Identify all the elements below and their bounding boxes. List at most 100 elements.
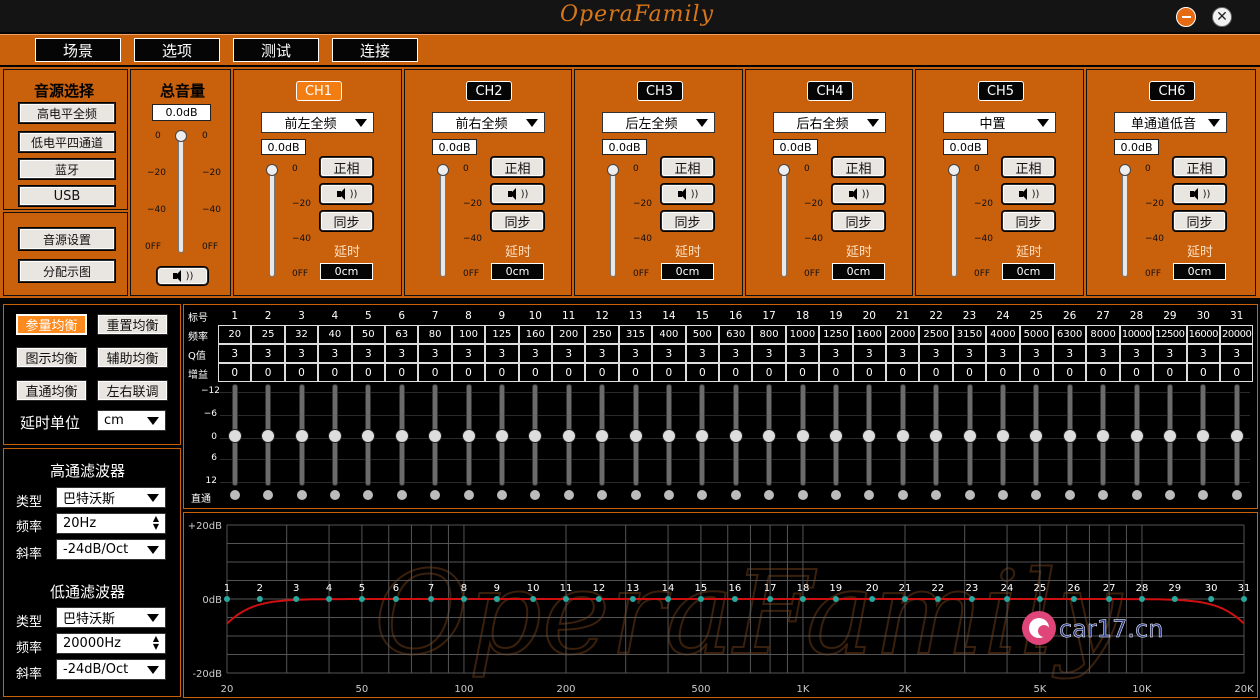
source-bluetooth[interactable]: 蓝牙: [19, 159, 115, 179]
channel-sync-3[interactable]: 同步: [661, 211, 714, 231]
eq-cell[interactable]: 3: [418, 344, 452, 363]
eq-band-knob[interactable]: [661, 429, 676, 443]
channel-select-6[interactable]: CH6: [1149, 81, 1195, 101]
eq-cell[interactable]: 0: [1086, 363, 1120, 382]
channel-delay-value-3[interactable]: 0cm: [661, 263, 714, 280]
eq-band-knob[interactable]: [1129, 429, 1144, 443]
eq-band-knob[interactable]: [394, 429, 409, 443]
eq-cell[interactable]: 3: [385, 344, 419, 363]
eq-band-bypass[interactable]: [430, 490, 441, 500]
channel-phase-3[interactable]: 正相: [661, 157, 714, 177]
channel-select-5[interactable]: CH5: [977, 81, 1024, 101]
lpf-type-select[interactable]: 巴特沃斯: [56, 607, 166, 628]
menu-options[interactable]: 选项: [134, 38, 220, 62]
eq-band-point[interactable]: [767, 596, 774, 602]
spin-icon[interactable]: ▲ ▼: [153, 515, 159, 531]
eq-cell[interactable]: 3: [1153, 344, 1187, 363]
channel-mute-2[interactable]: )): [491, 184, 544, 204]
eq-band-knob[interactable]: [1229, 429, 1244, 443]
channel-fader-knob-6[interactable]: [1119, 164, 1131, 176]
eq-cell[interactable]: 0: [919, 363, 953, 382]
eq-band-bypass[interactable]: [1131, 490, 1142, 500]
eq-band-bypass[interactable]: [1231, 490, 1242, 500]
eq-cell[interactable]: 0: [886, 363, 920, 382]
eq-band-point[interactable]: [902, 596, 908, 602]
eq-band-knob[interactable]: [929, 429, 944, 443]
eq-band-point[interactable]: [493, 596, 500, 602]
eq-cell[interactable]: 3: [451, 344, 486, 363]
eq-cell[interactable]: 0: [351, 363, 385, 382]
bypass-eq-button[interactable]: 直通均衡: [16, 380, 87, 401]
eq-band-bypass[interactable]: [530, 490, 541, 500]
param-eq-button[interactable]: 参量均衡: [16, 314, 87, 335]
source-settings-button[interactable]: 音源设置: [19, 228, 115, 250]
eq-band-bypass[interactable]: [697, 490, 708, 500]
channel-fader-4[interactable]: 0 −20 −40 0FF: [773, 162, 828, 282]
eq-band-knob[interactable]: [361, 429, 376, 443]
eq-band-point[interactable]: [1241, 596, 1247, 602]
reset-eq-button[interactable]: 重置均衡: [97, 314, 168, 335]
eq-band-knob[interactable]: [795, 429, 810, 443]
eq-band-point[interactable]: [832, 596, 839, 602]
channel-select-1[interactable]: CH1: [295, 81, 342, 101]
channel-phase-2[interactable]: 正相: [491, 157, 544, 177]
eq-cell[interactable]: 3: [852, 344, 886, 363]
eq-band-bypass[interactable]: [1031, 490, 1042, 500]
eq-cell[interactable]: 3: [318, 344, 352, 363]
eq-cell[interactable]: 0: [618, 363, 653, 382]
channel-assign-3[interactable]: 后左全频: [602, 112, 715, 133]
channel-delay-value-2[interactable]: 0cm: [491, 263, 544, 280]
eq-cell[interactable]: 3: [585, 344, 619, 363]
channel-delay-value-1[interactable]: 0cm: [320, 263, 373, 280]
channel-sync-1[interactable]: 同步: [320, 211, 373, 231]
eq-band-knob[interactable]: [528, 429, 543, 443]
channel-phase-6[interactable]: 正相: [1173, 157, 1226, 177]
eq-cell[interactable]: 0: [1053, 363, 1087, 382]
eq-cell[interactable]: 0: [986, 363, 1020, 382]
eq-band-point[interactable]: [563, 596, 569, 602]
eq-cell[interactable]: 3: [719, 344, 753, 363]
eq-band-point[interactable]: [392, 596, 399, 602]
eq-band-bypass[interactable]: [1098, 490, 1109, 500]
eq-cell[interactable]: 3: [251, 344, 285, 363]
channel-fader-knob-5[interactable]: [948, 164, 960, 176]
channel-fader-5[interactable]: 0 −20 −40 0FF: [943, 162, 998, 282]
minimize-button[interactable]: [1176, 7, 1196, 27]
menu-test[interactable]: 测试: [233, 38, 319, 62]
channel-phase-4[interactable]: 正相: [832, 157, 885, 177]
eq-cell[interactable]: 0: [585, 363, 619, 382]
eq-cell[interactable]: 0: [685, 363, 719, 382]
eq-cell[interactable]: 3: [618, 344, 653, 363]
eq-band-knob[interactable]: [962, 429, 977, 443]
channel-phase-5[interactable]: 正相: [1002, 157, 1055, 177]
eq-band-knob[interactable]: [728, 429, 743, 443]
eq-band-knob[interactable]: [561, 429, 576, 443]
eq-band-knob[interactable]: [428, 429, 443, 443]
eq-cell[interactable]: 0: [552, 363, 586, 382]
eq-band-bypass[interactable]: [329, 490, 340, 500]
eq-cell[interactable]: 3: [919, 344, 953, 363]
eq-band-bypass[interactable]: [1198, 490, 1209, 500]
channel-mute-5[interactable]: )): [1002, 184, 1055, 204]
master-fader[interactable]: 0 −20 −40 0FF 0 −20 −40 0FF: [131, 128, 232, 258]
eq-band-bypass[interactable]: [1064, 490, 1075, 500]
eq-band-bypass[interactable]: [764, 490, 775, 500]
distribution-button[interactable]: 分配示图: [19, 260, 115, 282]
eq-band-bypass[interactable]: [1164, 490, 1175, 500]
menu-connect[interactable]: 连接: [332, 38, 418, 62]
eq-band-bypass[interactable]: [730, 490, 741, 500]
eq-cell[interactable]: 3: [685, 344, 719, 363]
channel-phase-1[interactable]: 正相: [320, 157, 373, 177]
eq-cell[interactable]: 0: [318, 363, 352, 382]
eq-cell[interactable]: 0: [1220, 363, 1254, 382]
delay-unit-select[interactable]: cm: [97, 410, 166, 431]
eq-band-bypass[interactable]: [597, 490, 608, 500]
eq-cell[interactable]: 0: [752, 363, 786, 382]
eq-band-bypass[interactable]: [229, 490, 240, 500]
eq-cell[interactable]: 0: [1153, 363, 1187, 382]
eq-band-point[interactable]: [869, 596, 876, 602]
eq-band-knob[interactable]: [327, 429, 342, 443]
eq-cell[interactable]: 0: [819, 363, 853, 382]
eq-cell[interactable]: 0: [218, 363, 252, 382]
hpf-freq-input[interactable]: 20Hz ▲ ▼: [56, 513, 166, 534]
